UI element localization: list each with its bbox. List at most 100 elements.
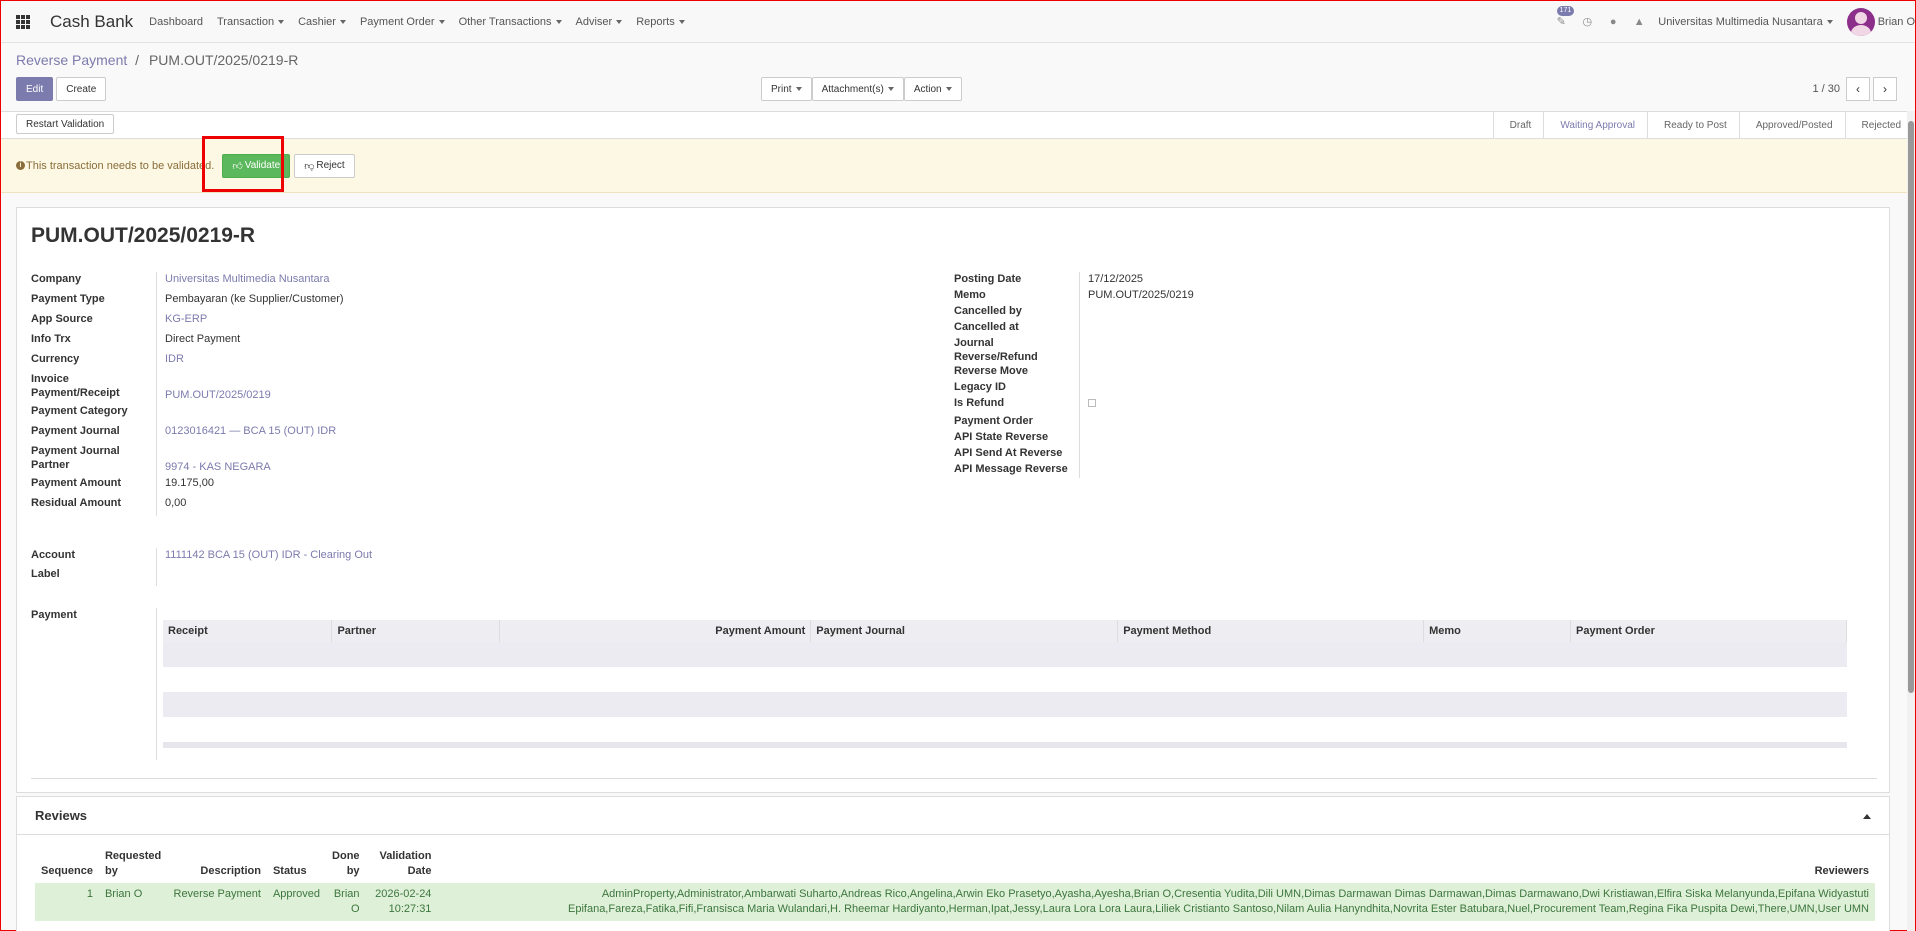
table-row[interactable] [163, 667, 1847, 692]
menu-item-transaction[interactable]: Transaction [217, 16, 285, 28]
column-header-done-by[interactable]: Done by [326, 849, 366, 883]
menu-item-reports[interactable]: Reports [636, 16, 685, 28]
field-label: Payment Type [31, 292, 157, 312]
bell-icon[interactable]: ▲ [1632, 15, 1646, 29]
scrollbar-thumb[interactable] [1908, 121, 1914, 693]
column-header-receipt[interactable]: Receipt [163, 620, 333, 642]
app-brand[interactable]: Cash Bank [50, 12, 133, 32]
column-header-requested-by[interactable]: Requested by [99, 849, 167, 883]
clock-icon[interactable]: ◷ [1580, 15, 1594, 29]
status-stage-rejected[interactable]: Rejected [1844, 112, 1913, 138]
is-refund-checkbox[interactable] [1088, 399, 1096, 407]
attachments-button[interactable]: Attachment(s) [811, 77, 904, 101]
reviews-title: Reviews [35, 808, 88, 823]
field-value[interactable]: Universitas Multimedia Nusantara [157, 272, 329, 292]
column-header-payment-journal[interactable]: Payment Journal [810, 620, 1119, 642]
column-header-validation-date[interactable]: Validation Date [366, 849, 438, 883]
column-header-reviewers[interactable]: Reviewers [437, 849, 1875, 883]
field-value[interactable]: 19.175,00 [157, 476, 214, 496]
print-button[interactable]: Print [761, 77, 812, 101]
review-done-by: Brian O [326, 883, 366, 921]
breadcrumb-parent[interactable]: Reverse Payment [16, 52, 127, 68]
field-label: Posting Date [954, 272, 1080, 288]
action-button[interactable]: Action [903, 77, 962, 101]
field-value[interactable] [1080, 462, 1088, 478]
restart-validation-button[interactable]: Restart Validation [16, 114, 115, 134]
attachments-label: Attachment(s) [821, 83, 884, 95]
field-value[interactable] [1080, 414, 1088, 430]
column-header-payment-order[interactable]: Payment Order [1570, 620, 1847, 642]
menu-item-dashboard[interactable]: Dashboard [149, 16, 203, 28]
company-switcher[interactable]: Universitas Multimedia Nusantara [1658, 16, 1833, 28]
apps-grid-icon[interactable] [16, 14, 30, 29]
field-value[interactable]: Direct Payment [157, 332, 240, 352]
field-row: Payment Journal Partner 9974 - KAS NEGARA [31, 444, 651, 476]
account-value[interactable]: 1111142 BCA 15 (OUT) IDR - Clearing Out [157, 548, 372, 567]
field-value[interactable] [1080, 320, 1088, 336]
column-header-sequence[interactable]: Sequence [35, 849, 99, 883]
review-validation-date: 2026-02-24 10:27:31 [365, 883, 438, 921]
field-value[interactable]: Pembayaran (ke Supplier/Customer) [157, 292, 344, 312]
status-stage-approved-posted[interactable]: Approved/Posted [1738, 112, 1845, 138]
status-stage-waiting-approval[interactable]: Waiting Approval [1543, 112, 1647, 138]
menu-item-label: Other Transactions [458, 15, 552, 28]
column-header-partner[interactable]: Partner [331, 620, 501, 642]
validate-label: Validate [244, 160, 281, 171]
avatar[interactable] [1846, 8, 1875, 36]
column-header-description[interactable]: Description [167, 849, 267, 883]
label-field-label: Label [31, 567, 157, 586]
pager-value[interactable]: 1 / 30 [1812, 83, 1840, 95]
menu-item-cashier[interactable]: Cashier [298, 16, 346, 28]
field-value[interactable] [1080, 364, 1088, 380]
field-value[interactable]: PUM.OUT/2025/0219 [1080, 288, 1194, 304]
field-value[interactable]: IDR [157, 352, 184, 372]
status-stage-draft[interactable]: Draft [1492, 112, 1544, 138]
status-stage-ready-to-post[interactable]: Ready to Post [1647, 112, 1739, 138]
field-row: API Send At Reverse [954, 446, 1574, 462]
field-value[interactable] [1080, 304, 1088, 320]
table-row[interactable]: 1 Brian O Reverse Payment Approved Brian O 20… [35, 883, 1875, 921]
field-label: Payment Journal [31, 424, 157, 444]
field-value[interactable] [1080, 380, 1088, 396]
menu-item-label: Cashier [298, 15, 336, 28]
create-button[interactable]: Create [56, 77, 107, 101]
status-bar: Draft Waiting Approval Ready to Post Approv… [1492, 112, 1913, 138]
column-header-memo[interactable]: Memo [1423, 620, 1572, 642]
column-header-payment-method[interactable]: Payment Method [1117, 620, 1425, 642]
field-value[interactable] [1080, 446, 1088, 462]
field-value[interactable] [1080, 396, 1096, 414]
table-row[interactable] [163, 717, 1847, 742]
chevron-left-icon: ‹ [1856, 82, 1860, 96]
field-value[interactable]: 0123016421 — BCA 15 (OUT) IDR [157, 424, 336, 444]
edit-button[interactable]: Edit [16, 77, 54, 101]
field-label: Invoice Payment/Receipt [31, 372, 157, 404]
collapse-icon[interactable] [1863, 814, 1871, 819]
menu-item-adviser[interactable]: Adviser [576, 16, 623, 28]
column-header-payment-amount[interactable]: Payment Amount [499, 620, 812, 642]
field-value[interactable] [1080, 430, 1088, 446]
previous-record-button[interactable]: ‹ [1846, 77, 1870, 101]
field-value[interactable] [157, 404, 165, 424]
validate-button[interactable]: 👍︎ Validate [222, 153, 291, 178]
table-row[interactable] [163, 692, 1847, 717]
table-row[interactable] [163, 642, 1847, 667]
payment-label: Payment [31, 608, 157, 760]
next-record-button[interactable]: › [1873, 77, 1897, 101]
reviews-table: Sequence Requested by Description Status Don… [35, 849, 1875, 921]
user-name[interactable]: Brian O [1878, 16, 1915, 28]
menu-item-payment-order[interactable]: Payment Order [360, 16, 445, 28]
field-value[interactable] [1080, 336, 1088, 364]
reviews-header[interactable]: Reviews [17, 797, 1889, 835]
field-value[interactable]: 9974 - KAS NEGARA [157, 444, 271, 476]
menu-item-label: Reports [636, 15, 675, 28]
label-field-value[interactable] [157, 567, 165, 586]
field-value[interactable]: 17/12/2025 [1080, 272, 1143, 288]
activity-icon[interactable]: ✎ 171 [1554, 6, 1575, 29]
menu-item-other-transactions[interactable]: Other Transactions [459, 16, 562, 28]
chat-icon[interactable]: ● [1606, 15, 1620, 29]
field-value[interactable]: PUM.OUT/2025/0219 [157, 372, 271, 404]
field-value[interactable]: KG-ERP [157, 312, 207, 332]
column-header-status[interactable]: Status [267, 849, 326, 883]
field-value[interactable]: 0,00 [157, 496, 186, 516]
reject-button[interactable]: 👎︎ Reject [294, 153, 355, 178]
